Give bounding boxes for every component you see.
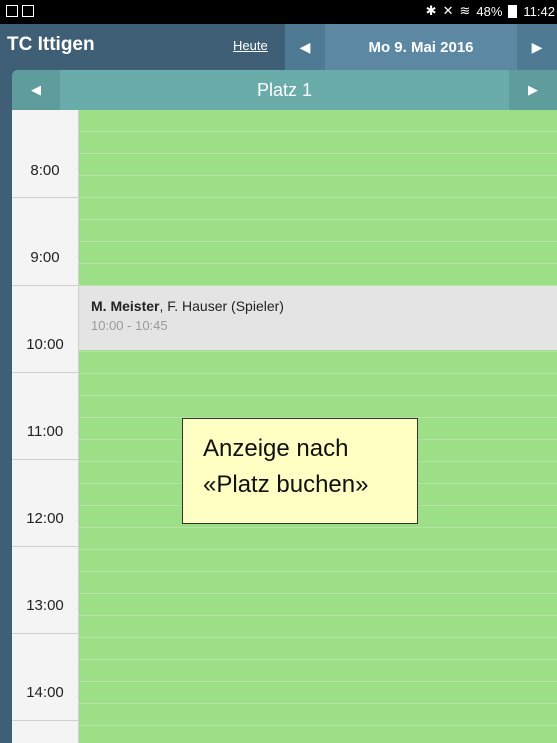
note-line: «Platz buchen» [203, 471, 369, 498]
hour-divider [12, 197, 78, 198]
court-selector: ◀ Platz 1 ▶ [12, 70, 557, 110]
booking-entry[interactable]: M. Meister, F. Hauser (Spieler) 10:00 - … [79, 286, 557, 350]
previous-court-button[interactable]: ◀ [12, 70, 60, 110]
hour-divider [12, 459, 78, 460]
time-label: 14:00 [26, 684, 64, 701]
time-label: 10:00 [26, 336, 64, 353]
time-label: 8:00 [30, 162, 60, 179]
annotation-note: Anzeige nach «Platz buchen» [182, 418, 418, 524]
court-name: Platz 1 [256, 79, 313, 100]
time-column: 8:00 9:00 10:00 11:00 12:00 13:00 14:00 [12, 110, 79, 743]
booking-players: M. Meister, F. Hauser (Spieler) [91, 298, 284, 314]
notification-icons [6, 5, 34, 17]
date-navigator: ◀ Mo 9. Mai 2016 ▶ [285, 24, 557, 70]
other-players: , F. Hauser (Spieler) [159, 298, 284, 314]
hour-divider [12, 633, 78, 634]
battery-icon [508, 4, 518, 18]
hour-divider [12, 285, 78, 286]
today-link[interactable]: Heute [233, 38, 268, 53]
booking-time: 10:00 - 10:45 [91, 318, 168, 333]
app-title: TC Ittigen [7, 34, 95, 55]
notification-icon [6, 5, 18, 17]
current-date[interactable]: Mo 9. Mai 2016 [325, 24, 517, 70]
hour-divider [12, 546, 78, 547]
app-bar: TC Ittigen Heute ◀ Mo 9. Mai 2016 ▶ [0, 24, 557, 70]
battery-level: 48% [476, 3, 503, 19]
status-right: ✱ ✕ ≋ 48% 11:42 [426, 3, 555, 19]
time-label: 9:00 [30, 249, 60, 266]
image-icon [22, 5, 34, 17]
time-label: 13:00 [26, 597, 64, 614]
mute-icon: ✕ [442, 3, 454, 18]
status-bar: ✱ ✕ ≋ 48% 11:42 [0, 0, 557, 24]
next-court-button[interactable]: ▶ [509, 70, 557, 110]
main-player: M. Meister [91, 298, 160, 314]
time-label: 12:00 [26, 510, 64, 527]
note-line: Anzeige nach [203, 435, 349, 462]
wifi-icon: ≋ [459, 3, 471, 18]
time-label: 11:00 [26, 423, 64, 440]
bluetooth-icon: ✱ [425, 3, 437, 18]
hour-divider [12, 372, 78, 373]
hour-divider [12, 720, 78, 721]
previous-day-button[interactable]: ◀ [285, 24, 325, 70]
clock: 11:42 [523, 3, 555, 19]
next-day-button[interactable]: ▶ [517, 24, 557, 70]
